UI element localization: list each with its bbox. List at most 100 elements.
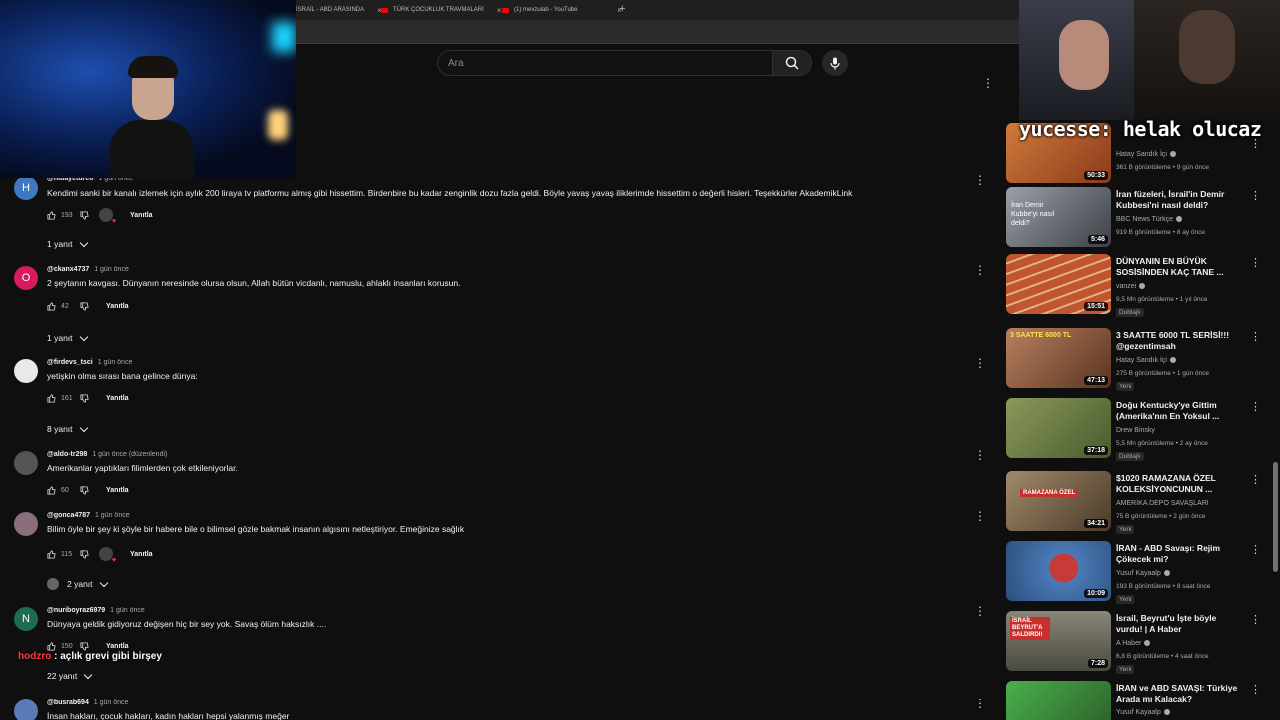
close-tab-icon[interactable]: × <box>497 6 502 15</box>
video-channel[interactable]: vanzei <box>1116 283 1146 290</box>
video-thumbnail[interactable]: 37:18 <box>1006 398 1111 458</box>
video-menu-icon[interactable]: ⋮ <box>1250 332 1261 343</box>
browser-tab[interactable]: TÜRK ÇOCUKLUK TRAVMALARI × <box>381 2 501 18</box>
avatar[interactable]: N <box>14 607 38 631</box>
comment-author[interactable]: @firdevs_tsci <box>47 359 93 366</box>
recommended-video[interactable]: 10:09 İRAN - ABD Savaşı: Rejim Çökecek m… <box>1006 541 1276 605</box>
video-title[interactable]: Doğu Kentucky'ye Gittim (Amerika'nın En … <box>1116 400 1244 422</box>
comment-author[interactable]: @aldo-tr298 <box>47 451 87 458</box>
new-tab-button[interactable]: + <box>619 3 625 15</box>
recommended-video[interactable]: 3 SAATTE 6000 TL 47:13 3 SAATTE 6000 TL … <box>1006 328 1276 392</box>
avatar[interactable]: O <box>14 266 38 290</box>
video-menu-icon[interactable]: ⋮ <box>1250 139 1261 150</box>
video-channel[interactable]: Yusuf Kayaalp <box>1116 570 1170 577</box>
video-title[interactable]: DÜNYANIN EN BÜYÜK SOSİSİNDEN KAÇ TANE ..… <box>1116 256 1244 278</box>
avatar[interactable] <box>14 451 38 475</box>
video-title[interactable]: $1020 RAMAZANA ÖZEL KOLEKSİYONCUNUN ... <box>1116 473 1244 495</box>
comment-author[interactable]: @ckanx4737 <box>47 266 89 273</box>
like-icon[interactable] <box>47 642 56 651</box>
dislike-icon[interactable] <box>80 302 89 311</box>
avatar[interactable] <box>14 699 38 720</box>
recommended-video[interactable]: RAMAZANA ÖZEL 34:21 $1020 RAMAZANA ÖZEL … <box>1006 471 1276 535</box>
dislike-icon[interactable] <box>80 394 89 403</box>
reply-button[interactable]: Yanıtla <box>106 303 129 310</box>
comment-menu-icon[interactable]: ⋮ <box>974 699 986 709</box>
replies-toggle[interactable]: 22 yanıt <box>47 670 93 681</box>
replies-toggle[interactable]: 2 yanıt <box>47 578 108 590</box>
dislike-icon[interactable] <box>80 549 89 559</box>
like-icon[interactable] <box>47 302 56 311</box>
replies-toggle[interactable]: 1 yanıt <box>47 238 88 249</box>
comment-author[interactable]: @nuriboyraz6979 <box>47 607 105 614</box>
video-thumbnail[interactable]: 10:09 <box>1006 541 1111 601</box>
dislike-icon[interactable] <box>80 642 89 651</box>
video-thumbnail[interactable]: İran Demir Kubbe'yi nasıl deldi? 5:46 <box>1006 187 1111 247</box>
video-channel[interactable]: Hatay Sandık İçi <box>1116 151 1176 158</box>
search-button[interactable] <box>772 50 812 76</box>
video-channel[interactable]: Hatay Sandık İçi <box>1116 357 1176 364</box>
recommended-video[interactable]: İran Demir Kubbe'yi nasıl deldi? 5:46 İr… <box>1006 187 1276 251</box>
recommended-video[interactable]: İSRAİL BEYRUT'A SALDIRDI! 7:28 İsrail, B… <box>1006 611 1276 675</box>
recommended-video[interactable]: İRAN ve ABD SAVAŞI: Türkiye Arada mı Kal… <box>1006 681 1276 720</box>
video-menu-icon[interactable]: ⋮ <box>1250 615 1261 626</box>
video-title[interactable]: İRAN - ABD Savaşı: Rejim Çökecek mi? <box>1116 543 1244 565</box>
reply-button[interactable]: Yanıtla <box>130 212 153 219</box>
comment-time[interactable]: 1 gün önce <box>94 266 129 273</box>
video-title[interactable]: İRAN ve ABD SAVAŞI: Türkiye Arada mı Kal… <box>1116 683 1244 705</box>
video-channel[interactable]: Drew Binsky <box>1116 427 1155 434</box>
video-title[interactable]: İran füzeleri, İsrail'in Demir Kubbesi'n… <box>1116 189 1244 211</box>
video-menu-icon[interactable]: ⋮ <box>1250 545 1261 556</box>
comment-time[interactable]: 1 gün önce <box>94 699 129 706</box>
video-thumbnail[interactable]: RAMAZANA ÖZEL 34:21 <box>1006 471 1111 531</box>
avatar[interactable]: H <box>14 176 38 200</box>
comment-time[interactable]: 1 gün önce (düzenlendi) <box>92 451 167 458</box>
like-icon[interactable] <box>47 210 56 220</box>
recommended-video[interactable]: 15:51 DÜNYANIN EN BÜYÜK SOSİSİNDEN KAÇ T… <box>1006 254 1276 318</box>
comment-menu-icon[interactable]: ⋮ <box>974 605 986 617</box>
like-icon[interactable] <box>47 486 56 495</box>
avatar[interactable] <box>14 359 38 383</box>
video-channel[interactable]: Yusuf Kayaalp <box>1116 709 1170 716</box>
video-title[interactable]: 3 SAATTE 6000 TL SERİSİ!!! @gezentimsah <box>1116 330 1244 352</box>
video-menu-icon[interactable]: ⋮ <box>1250 258 1261 269</box>
video-channel[interactable]: A Haber <box>1116 640 1151 647</box>
replies-toggle[interactable]: 8 yanıt <box>47 423 88 434</box>
reply-button[interactable]: Yanıtla <box>130 551 153 558</box>
comment-author[interactable]: @gonca4787 <box>47 512 90 519</box>
avatar[interactable] <box>14 512 38 536</box>
reply-button[interactable]: Yanıtla <box>106 395 129 402</box>
video-title[interactable]: İsrail, Beyrut'u İşte böyle vurdu! | A H… <box>1116 613 1244 635</box>
reply-button[interactable]: Yanıtla <box>106 487 129 494</box>
dislike-icon[interactable] <box>80 486 89 495</box>
voice-search-button[interactable] <box>822 50 848 76</box>
replies-toggle[interactable]: 1 yanıt <box>47 332 88 343</box>
comment-author[interactable]: @busrab694 <box>47 699 89 706</box>
comment-menu-icon[interactable]: ⋮ <box>974 174 986 186</box>
video-menu-icon[interactable]: ⋮ <box>1250 475 1261 486</box>
video-thumbnail[interactable]: 3 SAATTE 6000 TL 47:13 <box>1006 328 1111 388</box>
search-input[interactable] <box>438 51 772 75</box>
like-icon[interactable] <box>47 394 56 403</box>
scrollbar-thumb[interactable] <box>1273 462 1278 572</box>
comment-menu-icon[interactable]: ⋮ <box>974 510 986 522</box>
video-thumbnail[interactable] <box>1006 681 1111 720</box>
video-thumbnail[interactable]: İSRAİL BEYRUT'A SALDIRDI! 7:28 <box>1006 611 1111 671</box>
video-menu-icon[interactable]: ⋮ <box>1250 191 1261 202</box>
comment-menu-icon[interactable]: ⋮ <box>974 264 986 276</box>
comment-time[interactable]: 1 gün önce <box>110 607 145 614</box>
browser-tab[interactable]: İSRAİL - ABD ARASINDA × <box>296 2 382 18</box>
reply-button[interactable]: Yanıtla <box>106 643 129 650</box>
video-channel[interactable]: AMERİKA DEPO SAVAŞLARI <box>1116 500 1209 507</box>
more-options-icon[interactable]: ⋮ <box>982 77 994 89</box>
like-icon[interactable] <box>47 549 56 559</box>
dislike-icon[interactable] <box>80 210 89 220</box>
video-menu-icon[interactable]: ⋮ <box>1250 402 1261 413</box>
browser-tab-active[interactable]: (1) mevzulab - YouTube × <box>502 2 622 18</box>
comment-time[interactable]: 1 gün önce <box>95 512 130 519</box>
video-channel[interactable]: BBC News Türkçe <box>1116 216 1183 223</box>
recommended-video[interactable]: 37:18 Doğu Kentucky'ye Gittim (Amerika'n… <box>1006 398 1276 462</box>
comment-menu-icon[interactable]: ⋮ <box>974 449 986 461</box>
video-thumbnail[interactable]: 15:51 <box>1006 254 1111 314</box>
comment-time[interactable]: 1 gün önce <box>98 359 133 366</box>
video-menu-icon[interactable]: ⋮ <box>1250 685 1261 696</box>
